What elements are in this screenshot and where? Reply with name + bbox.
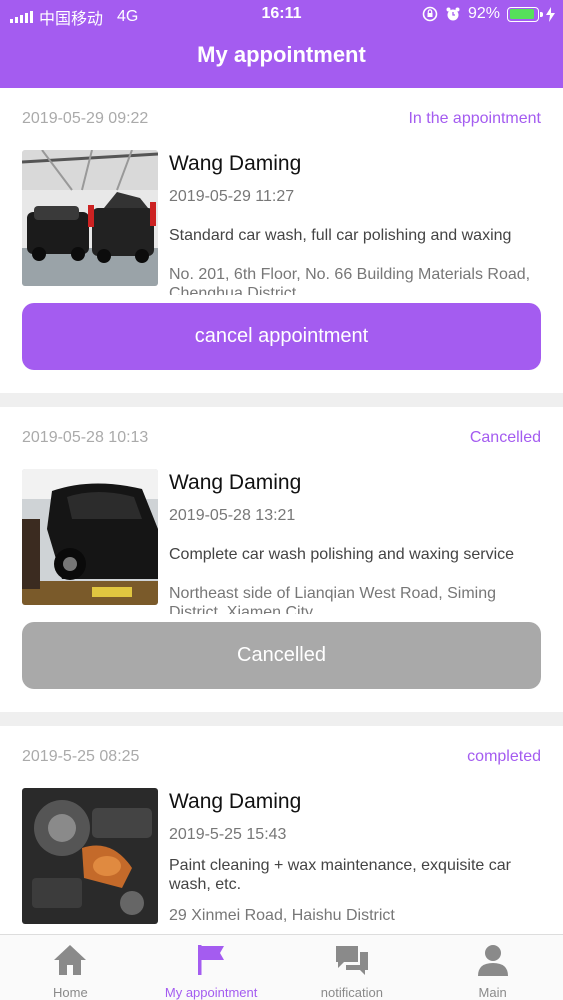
customer-name: Wang Daming	[169, 152, 302, 175]
top-bar: 中国移动 4G 16:11 92% My appointment	[0, 0, 563, 88]
appointment-card: 2019-05-29 09:22 In the appointment Wang…	[0, 88, 563, 393]
status-right: 92%	[422, 5, 555, 23]
car-photo[interactable]	[22, 788, 158, 924]
tab-label: Home	[53, 985, 88, 1000]
chat-icon	[335, 946, 368, 975]
alarm-icon	[446, 7, 460, 21]
tab-label: My appointment	[164, 985, 258, 1000]
customer-name: Wang Daming	[169, 471, 302, 494]
tab-bar: Home My appointment notification Main	[0, 934, 563, 1000]
tab-my-appointment[interactable]: My appointment	[141, 935, 282, 1000]
status-label: completed	[467, 748, 541, 765]
appointment-time: 2019-05-28 13:21	[169, 507, 296, 524]
appointment-list[interactable]: 2019-05-29 09:22 In the appointment Wang…	[0, 88, 563, 934]
appointment-card: 2019-05-28 10:13 Cancelled Wang Daming 2…	[0, 407, 563, 712]
tab-notification[interactable]: notification	[282, 935, 423, 1000]
tab-home[interactable]: Home	[0, 935, 141, 1000]
appointment-card: 2019-5-25 08:25 completed Wang Daming 20…	[0, 726, 563, 934]
flag-icon	[198, 945, 225, 975]
address: Northeast side of Lianqian West Road, Si…	[169, 585, 496, 614]
service-description: Standard car wash, full car polishing an…	[169, 227, 512, 244]
charging-icon	[546, 6, 555, 22]
appointment-time: 2019-05-29 11:27	[169, 188, 295, 205]
tab-label: Main	[478, 985, 507, 1000]
cancel-appointment-button[interactable]: cancel appointment	[22, 303, 541, 370]
appointment-time: 2019-5-25 15:43	[169, 826, 287, 843]
battery-icon	[507, 6, 543, 22]
car-photo[interactable]	[22, 150, 158, 286]
status-label: Cancelled	[469, 429, 541, 446]
appointment-info: Wang Daming 2019-05-29 11:27 Standard ca…	[169, 152, 545, 295]
car-photo-image	[22, 469, 158, 605]
created-date: 2019-05-28 10:13	[22, 429, 149, 446]
status-label: In the appointment	[408, 110, 541, 127]
card-header: 2019-05-28 10:13 Cancelled	[22, 429, 541, 449]
car-photo[interactable]	[22, 469, 158, 605]
status-bar: 中国移动 4G 16:11 92%	[0, 0, 563, 30]
address: No. 201, 6th Floor, No. 66 Building Mate…	[169, 266, 531, 295]
tab-main[interactable]: Main	[422, 935, 563, 1000]
tab-label: notification	[320, 985, 383, 1000]
service-description: Paint cleaning + wax maintenance, exquis…	[169, 857, 511, 893]
cancelled-button[interactable]: Cancelled	[22, 622, 541, 689]
appointment-info: Wang Daming 2019-5-25 15:43 Paint cleani…	[169, 790, 545, 934]
car-photo-image	[22, 788, 158, 924]
battery-percent: 92%	[467, 5, 500, 22]
created-date: 2019-05-29 09:22	[22, 110, 149, 127]
card-header: 2019-5-25 08:25 completed	[22, 748, 541, 768]
person-icon	[477, 945, 508, 976]
orientation-lock-icon	[422, 6, 438, 22]
car-photo-image	[22, 150, 158, 286]
service-description: Complete car wash polishing and waxing s…	[169, 546, 515, 563]
created-date: 2019-5-25 08:25	[22, 748, 140, 765]
address: 29 Xinmei Road, Haishu District	[169, 907, 395, 924]
customer-name: Wang Daming	[169, 790, 302, 813]
home-icon	[54, 945, 87, 975]
appointment-info: Wang Daming 2019-05-28 13:21 Complete ca…	[169, 471, 545, 614]
card-header: 2019-05-29 09:22 In the appointment	[22, 110, 541, 130]
page-title: My appointment	[197, 42, 366, 67]
